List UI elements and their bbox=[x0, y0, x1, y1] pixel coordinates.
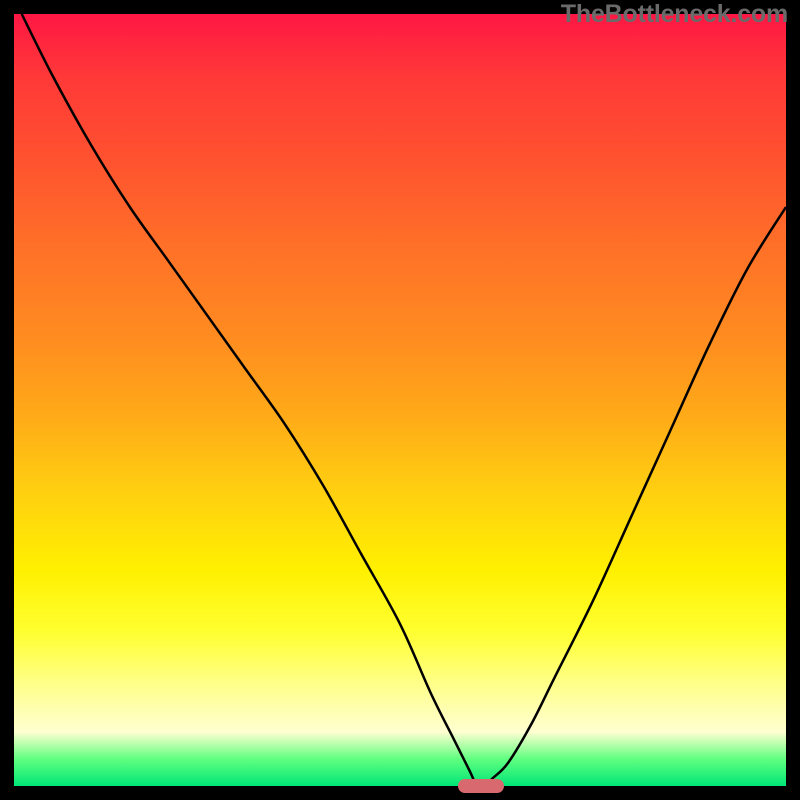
bottleneck-curve bbox=[0, 0, 800, 800]
optimal-marker bbox=[458, 779, 504, 793]
chart-container: TheBottleneck.com bbox=[0, 0, 800, 800]
